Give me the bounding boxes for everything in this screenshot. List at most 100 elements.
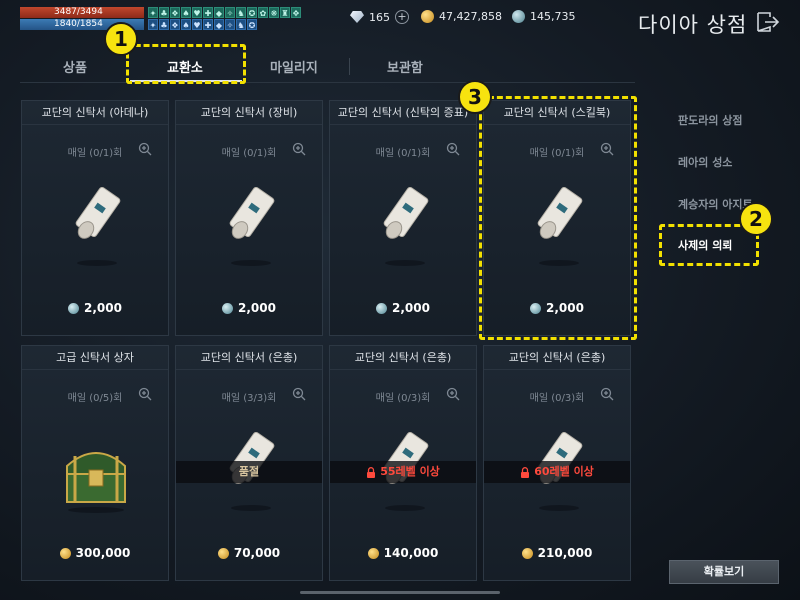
- buff-icon[interactable]: ✥: [291, 7, 301, 18]
- price-value: 2,000: [392, 301, 430, 315]
- buff-icon[interactable]: ♠: [181, 7, 191, 18]
- hp-bar: 3487/3494: [20, 7, 144, 18]
- buff-icon[interactable]: ✦: [148, 7, 158, 18]
- item-price: 2,000: [330, 301, 476, 315]
- medal-currency: 145,735: [512, 10, 576, 23]
- tab-products[interactable]: 상품: [63, 57, 87, 76]
- gold-coin-icon: [421, 10, 434, 23]
- item-title: 교단의 신탁서 (장비): [176, 101, 322, 125]
- price-value: 2,000: [238, 301, 276, 315]
- buff-icon[interactable]: ✪: [247, 7, 257, 18]
- item-price: 300,000: [22, 546, 168, 560]
- scroll-item-icon: [75, 186, 121, 266]
- shop-item-card[interactable]: 교단의 신탁서 (은총) 매일 (3/3)회 품절 70,000: [175, 345, 323, 581]
- shop-item-card[interactable]: 고급 신탁서 상자 매일 (0/5)회 300,000: [21, 345, 169, 581]
- item-title: 교단의 신탁서 (은총): [484, 346, 630, 370]
- callout-highlight-skillbook-card: [479, 96, 637, 340]
- price-value: 70,000: [233, 546, 281, 560]
- scroll-indicator[interactable]: [300, 591, 500, 594]
- item-title: 교단의 신탁서 (신탁의 증표): [330, 101, 476, 125]
- medal-coin-icon: [68, 302, 80, 314]
- item-price: 210,000: [484, 546, 630, 560]
- treasure-chest-icon: [66, 452, 126, 513]
- tab-divider: [349, 58, 350, 75]
- item-price: 70,000: [176, 546, 322, 560]
- buff-icon[interactable]: ✚: [203, 19, 213, 30]
- level-requirement-text: 55레벨 이상: [380, 465, 440, 478]
- shop-item-card[interactable]: 교단의 신탁서 (은총) 매일 (0/3)회 60레벨 이상 210,000: [483, 345, 631, 581]
- hp-text: 3487/3494: [54, 7, 103, 17]
- callout-number-2: 2: [739, 202, 773, 236]
- gold-amount: 47,427,858: [439, 10, 502, 23]
- tab-mileage[interactable]: 마일리지: [270, 57, 318, 76]
- buff-icon[interactable]: ✚: [203, 7, 213, 18]
- buff-icons-row-2: ✦ ♣ ❖ ♠ ♥ ✚ ◆ ✧ ♞ ✪: [148, 19, 257, 30]
- item-title: 교단의 신탁서 (은총): [176, 346, 322, 370]
- diamond-icon: [350, 11, 364, 23]
- price-value: 140,000: [383, 546, 439, 560]
- buff-icon[interactable]: ◆: [214, 19, 224, 30]
- item-price: 2,000: [176, 301, 322, 315]
- price-value: 2,000: [84, 301, 122, 315]
- tab-storage[interactable]: 보관함: [387, 57, 423, 76]
- side-menu-rhea-sanctuary[interactable]: 레아의 성소: [678, 154, 732, 170]
- gold-coin-icon: [367, 547, 379, 559]
- diamond-currency: 165 +: [350, 10, 409, 24]
- buff-icon[interactable]: ♥: [192, 19, 202, 30]
- zoom-in-icon[interactable]: [138, 387, 152, 401]
- level-requirement-text: 60레벨 이상: [534, 465, 594, 478]
- medal-coin-icon: [222, 302, 234, 314]
- callout-highlight-exchange-tab: [126, 44, 246, 84]
- gold-coin-icon: [217, 547, 229, 559]
- zoom-in-icon[interactable]: [292, 142, 306, 156]
- zoom-in-icon[interactable]: [138, 142, 152, 156]
- price-value: 210,000: [537, 546, 593, 560]
- shop-item-card[interactable]: 교단의 신탁서 (은총) 매일 (0/3)회 55레벨 이상 140,000: [329, 345, 477, 581]
- item-title: 교단의 신탁서 (아데나): [22, 101, 168, 125]
- shop-item-card[interactable]: 교단의 신탁서 (아데나) 매일 (0/1)회 2,000: [21, 100, 169, 336]
- level-lock-banner: 55레벨 이상: [330, 461, 476, 483]
- item-price: 2,000: [22, 301, 168, 315]
- buff-icon[interactable]: ✧: [225, 7, 235, 18]
- buff-icon[interactable]: ♞: [236, 7, 246, 18]
- diamond-amount: 165: [369, 10, 390, 24]
- side-menu-pandora-shop[interactable]: 판도라의 상점: [678, 112, 743, 128]
- buff-icon[interactable]: ◆: [214, 7, 224, 18]
- scroll-item-icon: [229, 186, 275, 266]
- price-value: 300,000: [75, 546, 131, 560]
- buff-icon[interactable]: ✪: [247, 19, 257, 30]
- probability-button[interactable]: 확률보기: [669, 560, 779, 584]
- buff-icon[interactable]: ♥: [192, 7, 202, 18]
- gold-coin-icon: [59, 547, 71, 559]
- medal-coin-icon: [376, 302, 388, 314]
- lock-icon: [367, 466, 376, 478]
- buff-icon[interactable]: ❋: [269, 7, 279, 18]
- buff-icon[interactable]: ♞: [236, 19, 246, 30]
- shop-item-card[interactable]: 교단의 신탁서 (장비) 매일 (0/1)회 2,000: [175, 100, 323, 336]
- buff-icon[interactable]: ♣: [159, 7, 169, 18]
- tabs-baseline: [20, 82, 635, 83]
- scroll-item-icon: [383, 186, 429, 266]
- gold-currency: 47,427,858: [421, 10, 502, 23]
- buff-icon[interactable]: ✧: [225, 19, 235, 30]
- exit-icon[interactable]: [756, 11, 780, 33]
- zoom-in-icon[interactable]: [600, 387, 614, 401]
- shop-title: 다이아 상점: [638, 13, 748, 37]
- buff-icons-row-1: ✦ ♣ ❖ ♠ ♥ ✚ ◆ ✧ ♞ ✪ ✿ ❋ ♜ ✥: [148, 7, 301, 18]
- buff-icon[interactable]: ✿: [258, 7, 268, 18]
- buff-icon[interactable]: ♣: [159, 19, 169, 30]
- shop-item-card[interactable]: 교단의 신탁서 (신탁의 증표) 매일 (0/1)회 2,000: [329, 100, 477, 336]
- callout-number-3: 3: [458, 80, 492, 114]
- buff-icon[interactable]: ✦: [148, 19, 158, 30]
- level-lock-banner: 60레벨 이상: [484, 461, 630, 483]
- sold-out-banner: 품절: [176, 461, 322, 483]
- buff-icon[interactable]: ♠: [181, 19, 191, 30]
- add-diamond-icon[interactable]: +: [395, 10, 409, 24]
- zoom-in-icon[interactable]: [446, 142, 460, 156]
- zoom-in-icon[interactable]: [446, 387, 460, 401]
- zoom-in-icon[interactable]: [292, 387, 306, 401]
- buff-icon[interactable]: ❖: [170, 7, 180, 18]
- buff-icon[interactable]: ❖: [170, 19, 180, 30]
- item-title: 교단의 신탁서 (은총): [330, 346, 476, 370]
- buff-icon[interactable]: ♜: [280, 7, 290, 18]
